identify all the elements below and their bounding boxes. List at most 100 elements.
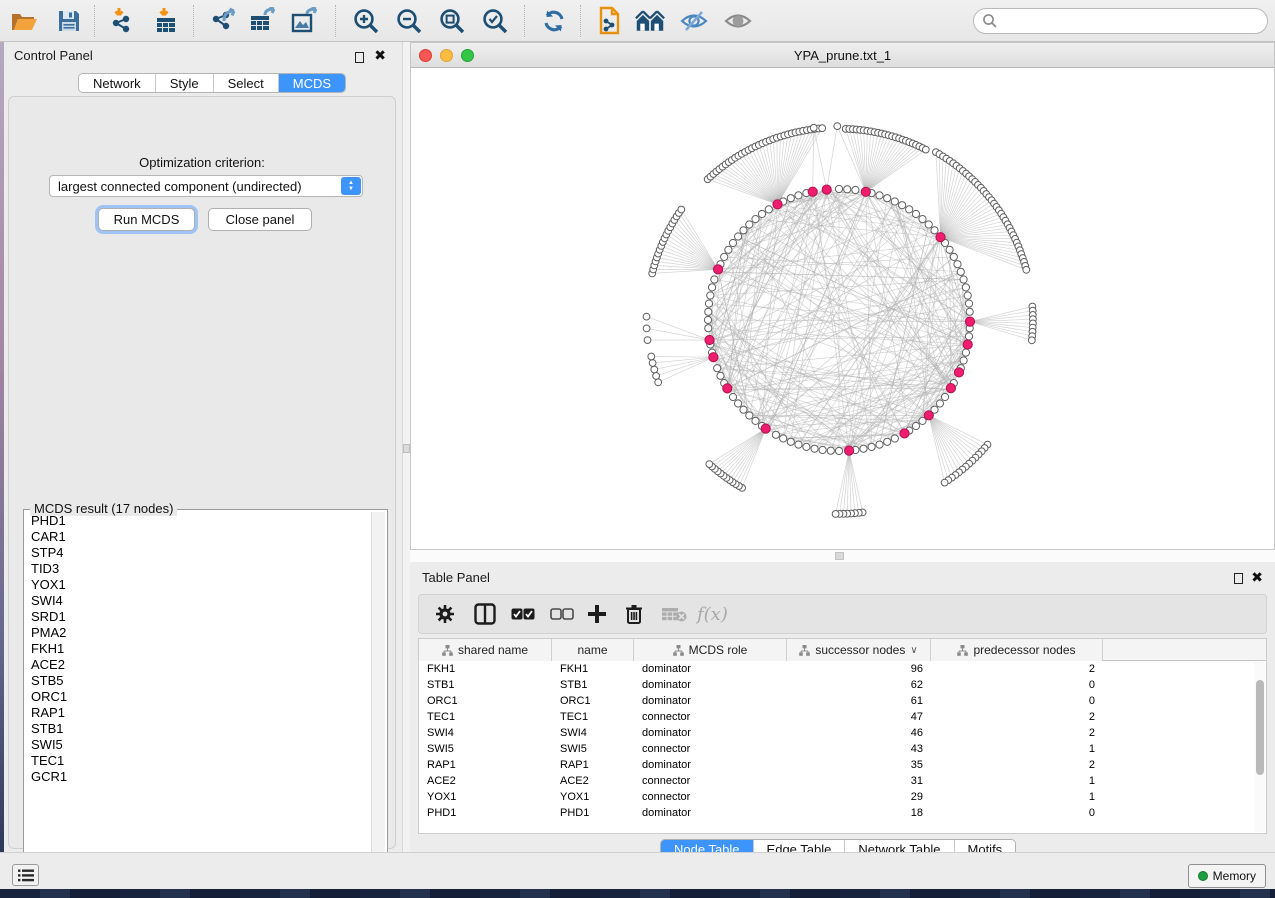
mcds-result-item[interactable]: TEC1 [24, 753, 372, 769]
column-header-label: MCDS role [689, 643, 748, 657]
table-cell: 1 [931, 773, 1095, 789]
tab-network[interactable]: Network [79, 74, 156, 92]
column-header-name[interactable]: name [552, 639, 634, 661]
table-row[interactable]: TEC1TEC1connector472 [419, 709, 1266, 725]
table-row[interactable]: SWI4SWI4dominator462 [419, 725, 1266, 741]
column-type-icon [799, 645, 810, 656]
table-cell: 61 [787, 693, 923, 709]
mcds-result-item[interactable]: STB1 [24, 721, 372, 737]
table-row[interactable]: ACE2ACE2connector311 [419, 773, 1266, 789]
network-window-titlebar[interactable]: YPA_prune.txt_1 [411, 43, 1274, 68]
search-input[interactable] [973, 8, 1268, 34]
table-scrollbar[interactable] [1254, 662, 1265, 832]
mcds-result-item[interactable]: PMA2 [24, 625, 372, 641]
save-session-icon[interactable] [54, 6, 84, 36]
mcds-result-item[interactable]: ORC1 [24, 689, 372, 705]
optimization-criterion-label: Optimization criterion: [9, 155, 395, 170]
table-scrollbar-thumb[interactable] [1256, 680, 1264, 775]
horizontal-splitter[interactable] [410, 550, 1275, 562]
tab-style[interactable]: Style [156, 74, 214, 92]
table-cell: dominator [642, 693, 691, 709]
add-column-icon[interactable] [587, 602, 607, 626]
table-row[interactable]: PHD1PHD1dominator180 [419, 805, 1266, 821]
first-neighbors-icon[interactable] [635, 6, 665, 36]
network-from-file-icon[interactable] [594, 6, 624, 36]
table-row[interactable]: YOX1YOX1connector291 [419, 789, 1266, 805]
table-close-icon[interactable]: ✖ [1251, 572, 1263, 583]
table-cell: RAP1 [427, 757, 456, 773]
mcds-result-list[interactable]: PHD1CAR1STP4TID3YOX1SWI4SRD1PMA2FKH1ACE2… [24, 513, 372, 876]
select-all-icon[interactable] [511, 602, 535, 626]
mcds-result-item[interactable]: TID3 [24, 561, 372, 577]
vertical-splitter-handle[interactable] [403, 444, 410, 453]
network-graph[interactable] [411, 68, 1274, 549]
export-table-icon[interactable] [248, 6, 278, 36]
search-icon [982, 13, 998, 29]
hide-selected-icon[interactable] [679, 6, 709, 36]
table-cell: RAP1 [560, 757, 589, 773]
close-panel-icon[interactable]: ✖ [374, 50, 386, 61]
split-panel-icon[interactable] [474, 602, 496, 626]
close-panel-button[interactable]: Close panel [208, 208, 312, 231]
mcds-result-item[interactable]: CAR1 [24, 529, 372, 545]
mcds-result-item[interactable]: ACE2 [24, 657, 372, 673]
export-image-icon[interactable] [290, 6, 320, 36]
column-header-successor-nodes[interactable]: successor nodes∨ [787, 639, 931, 661]
mcds-result-item[interactable]: YOX1 [24, 577, 372, 593]
mcds-result-item[interactable]: PHD1 [24, 513, 372, 529]
float-panel-icon[interactable] [355, 50, 364, 68]
show-all-icon[interactable] [723, 6, 753, 36]
column-header-label: predecessor nodes [973, 643, 1075, 657]
table-float-icon[interactable] [1234, 571, 1243, 589]
table-cell: SWI4 [560, 725, 587, 741]
mcds-result-item[interactable]: FKH1 [24, 641, 372, 657]
mcds-result-item[interactable]: SRD1 [24, 609, 372, 625]
mcds-result-item[interactable]: STB5 [24, 673, 372, 689]
column-header-MCDS-role[interactable]: MCDS role [634, 639, 787, 661]
import-table-icon[interactable] [152, 6, 182, 36]
table-row[interactable]: ORC1ORC1dominator610 [419, 693, 1266, 709]
horizontal-splitter-handle[interactable] [835, 552, 844, 560]
table-cell: SWI5 [427, 741, 454, 757]
tab-mcds[interactable]: MCDS [279, 74, 345, 92]
zoom-in-icon[interactable] [351, 6, 381, 36]
table-cell: ACE2 [427, 773, 456, 789]
open-file-icon[interactable] [9, 6, 39, 36]
optimization-criterion-select[interactable]: largest connected component (undirected)… [49, 175, 363, 197]
table-cell: 96 [787, 661, 923, 677]
table-row[interactable]: FKH1FKH1dominator962 [419, 661, 1266, 677]
table-panel-title: Table Panel [422, 570, 490, 585]
tab-select[interactable]: Select [214, 74, 279, 92]
mcds-result-scrollbar[interactable] [371, 512, 385, 876]
mcds-result-item[interactable]: SWI4 [24, 593, 372, 609]
mcds-result-item[interactable]: GCR1 [24, 769, 372, 785]
table-cell: STB1 [560, 677, 588, 693]
memory-button[interactable]: Memory [1188, 864, 1266, 888]
export-network-icon[interactable] [208, 6, 238, 36]
deselect-all-icon[interactable] [550, 602, 574, 626]
function-builder-icon-disabled: f(x) [697, 602, 728, 626]
network-canvas[interactable] [411, 68, 1274, 549]
mcds-tab-content: Optimization criterion: largest connecte… [8, 96, 396, 849]
import-network-icon[interactable] [108, 6, 138, 36]
table-row[interactable]: RAP1RAP1dominator352 [419, 757, 1266, 773]
network-window-title: YPA_prune.txt_1 [411, 48, 1274, 63]
mcds-result-item[interactable]: RAP1 [24, 705, 372, 721]
mcds-result-item[interactable]: SWI5 [24, 737, 372, 753]
table-toolbar: f(x) [418, 594, 1267, 634]
mcds-result-item[interactable]: STP4 [24, 545, 372, 561]
table-row[interactable]: STB1STB1dominator620 [419, 677, 1266, 693]
table-settings-icon[interactable] [435, 602, 455, 626]
zoom-selected-icon[interactable] [480, 6, 510, 36]
run-mcds-button[interactable]: Run MCDS [98, 208, 195, 231]
table-cell: 43 [787, 741, 923, 757]
refresh-icon[interactable] [539, 6, 569, 36]
column-header-predecessor-nodes[interactable]: predecessor nodes [931, 639, 1103, 661]
zoom-fit-icon[interactable] [437, 6, 467, 36]
vertical-splitter[interactable] [402, 42, 410, 852]
column-header-shared-name[interactable]: shared name [419, 639, 552, 661]
zoom-out-icon[interactable] [394, 6, 424, 36]
table-row[interactable]: SWI5SWI5connector431 [419, 741, 1266, 757]
delete-column-icon[interactable] [625, 602, 643, 626]
task-history-button[interactable] [12, 864, 39, 886]
